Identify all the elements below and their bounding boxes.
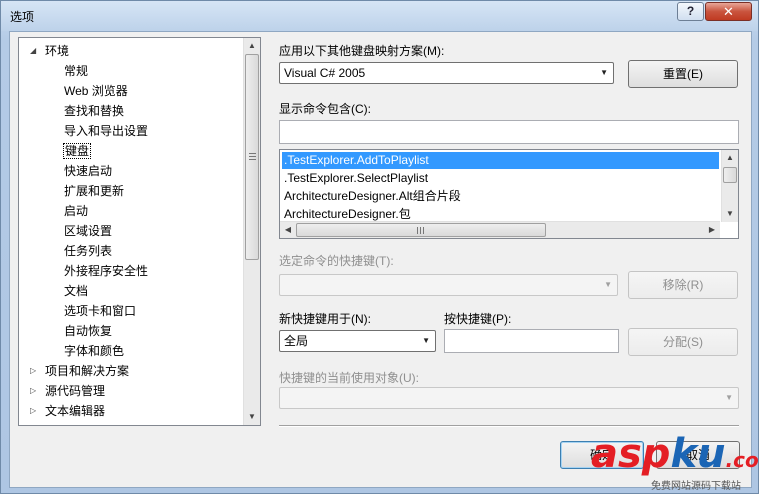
- tree-item-label: 导入和导出设置: [64, 124, 149, 138]
- use-new-in-value: 全局: [284, 334, 309, 348]
- scroll-down-arrow-icon[interactable]: ▼: [722, 206, 738, 222]
- commands-scroll-thumb[interactable]: [723, 167, 737, 183]
- tree-vertical-scrollbar[interactable]: ▲ ▼: [243, 38, 260, 425]
- tree-item[interactable]: 文档: [64, 282, 88, 300]
- tree-item[interactable]: ◢ 环境: [30, 42, 70, 60]
- chevron-down-icon: ▼: [725, 393, 733, 402]
- commands-vertical-scrollbar[interactable]: ▲ ▼: [721, 150, 738, 222]
- scroll-left-arrow-icon[interactable]: ◀: [280, 222, 296, 238]
- site-watermark-subtitle: 免费网站源码下载站: [651, 481, 741, 492]
- window-title: 选项: [10, 10, 35, 24]
- tree-item[interactable]: 扩展和更新: [64, 182, 124, 200]
- collapsed-arrow-icon[interactable]: ▷: [30, 402, 36, 420]
- tree-item[interactable]: Web 浏览器: [64, 82, 128, 100]
- tree-item[interactable]: 常规: [64, 62, 88, 80]
- commands-horizontal-scrollbar[interactable]: ◀ ▶: [280, 221, 720, 238]
- shortcuts-dropdown[interactable]: ▼: [279, 274, 618, 296]
- use-new-in-label: 新快捷键用于(N):: [279, 312, 371, 326]
- commands-listbox[interactable]: .TestExplorer.AddToPlaylist .TestExplorer…: [279, 149, 739, 239]
- tree-item[interactable]: 区域设置: [64, 222, 112, 240]
- commands-hscroll-thumb[interactable]: [296, 223, 546, 237]
- expanded-arrow-icon[interactable]: ◢: [30, 42, 36, 60]
- tree-item[interactable]: 启动: [64, 202, 88, 220]
- reset-button[interactable]: 重置(E): [628, 60, 738, 88]
- press-keys-input[interactable]: [444, 329, 619, 353]
- help-button[interactable]: ?: [677, 2, 704, 21]
- tree-item[interactable]: 任务列表: [64, 242, 112, 260]
- tree-item-label: 启动: [64, 204, 89, 218]
- tree-item[interactable]: 键盘: [62, 142, 92, 160]
- tree-item-label: 自动恢复: [64, 324, 113, 338]
- tree-item-label: 常规: [64, 64, 89, 78]
- chevron-down-icon: ▼: [600, 68, 608, 77]
- scheme-label: 应用以下其他键盘映射方案(M):: [279, 44, 445, 58]
- chevron-down-icon: ▼: [604, 280, 612, 289]
- tree-item-label: 源代码管理: [45, 384, 106, 398]
- scroll-up-arrow-icon[interactable]: ▲: [244, 38, 260, 54]
- tree-item[interactable]: 查找和替换: [64, 102, 124, 120]
- remove-button[interactable]: 移除(R): [628, 271, 738, 299]
- site-watermark-logo: aspku.com: [591, 431, 759, 477]
- tree-item-label: 键盘: [62, 143, 92, 159]
- currently-used-dropdown[interactable]: ▼: [279, 387, 739, 409]
- collapsed-arrow-icon[interactable]: ▷: [30, 382, 36, 400]
- show-commands-label: 显示命令包含(C):: [279, 102, 371, 116]
- tree-item-label: 文档: [64, 284, 89, 298]
- tree-item-label: 快速启动: [64, 164, 113, 178]
- scroll-up-arrow-icon[interactable]: ▲: [722, 150, 738, 166]
- currently-used-label: 快捷键的当前使用对象(U):: [279, 371, 419, 385]
- footer-divider: [279, 425, 739, 427]
- tree-item-label: 查找和替换: [64, 104, 125, 118]
- tree-item[interactable]: 自动恢复: [64, 322, 112, 340]
- tree-item[interactable]: 导入和导出设置: [64, 122, 148, 140]
- tree-item-label: 文本编辑器: [45, 404, 106, 418]
- options-dialog: 选项 ? ✕ ◢ 环境常规 Web 浏览器 查找和替换导入和导出设置 键盘快速启动扩展和…: [0, 0, 759, 494]
- tree-item-label: 区域设置: [64, 224, 113, 238]
- title-bar[interactable]: 选项 ? ✕: [1, 1, 758, 31]
- command-list-item[interactable]: ArchitectureDesigner.Alt组合片段: [282, 188, 719, 205]
- tree-item-label: Web 浏览器: [64, 84, 128, 98]
- collapsed-arrow-icon[interactable]: ▷: [30, 362, 36, 380]
- scheme-dropdown[interactable]: Visual C# 2005 ▼: [279, 62, 614, 84]
- tree-item[interactable]: ▷ 项目和解决方案: [30, 362, 130, 380]
- tree-item[interactable]: ▷ 文本编辑器: [30, 402, 106, 420]
- commands-filter-input[interactable]: [279, 120, 739, 144]
- tree-item-label: 选项卡和窗口: [64, 304, 137, 318]
- command-list-item[interactable]: .TestExplorer.SelectPlaylist: [282, 170, 719, 187]
- tree-item[interactable]: 字体和颜色: [64, 342, 124, 360]
- tree-item-label: 外接程序安全性: [64, 264, 149, 278]
- tree-item-label: 扩展和更新: [64, 184, 125, 198]
- assign-button[interactable]: 分配(S): [628, 328, 738, 356]
- scroll-right-arrow-icon[interactable]: ▶: [704, 222, 720, 238]
- tree-item-label: 字体和颜色: [64, 344, 125, 358]
- shortcuts-label: 选定命令的快捷键(T):: [279, 254, 394, 268]
- press-keys-label: 按快捷键(P):: [444, 312, 512, 326]
- use-new-in-dropdown[interactable]: 全局 ▼: [279, 330, 436, 352]
- dialog-client-area: ◢ 环境常规 Web 浏览器 查找和替换导入和导出设置 键盘快速启动扩展和更新启动区域设…: [9, 31, 752, 488]
- options-tree[interactable]: ◢ 环境常规 Web 浏览器 查找和替换导入和导出设置 键盘快速启动扩展和更新启动区域设…: [18, 37, 261, 426]
- tree-item[interactable]: ▷ 源代码管理: [30, 382, 106, 400]
- tree-item-label: 项目和解决方案: [45, 364, 130, 378]
- command-list-item[interactable]: .TestExplorer.AddToPlaylist: [282, 152, 719, 169]
- scroll-down-arrow-icon[interactable]: ▼: [244, 409, 260, 425]
- tree-item[interactable]: 快速启动: [64, 162, 112, 180]
- tree-item-label: 任务列表: [64, 244, 113, 258]
- tree-scroll-thumb[interactable]: [245, 54, 259, 260]
- scheme-value: Visual C# 2005: [284, 66, 366, 80]
- tree-item-label: 环境: [45, 44, 70, 58]
- tree-item[interactable]: 选项卡和窗口: [64, 302, 136, 320]
- tree-item[interactable]: 外接程序安全性: [64, 262, 148, 280]
- chevron-down-icon: ▼: [422, 336, 430, 345]
- close-button[interactable]: ✕: [705, 2, 752, 21]
